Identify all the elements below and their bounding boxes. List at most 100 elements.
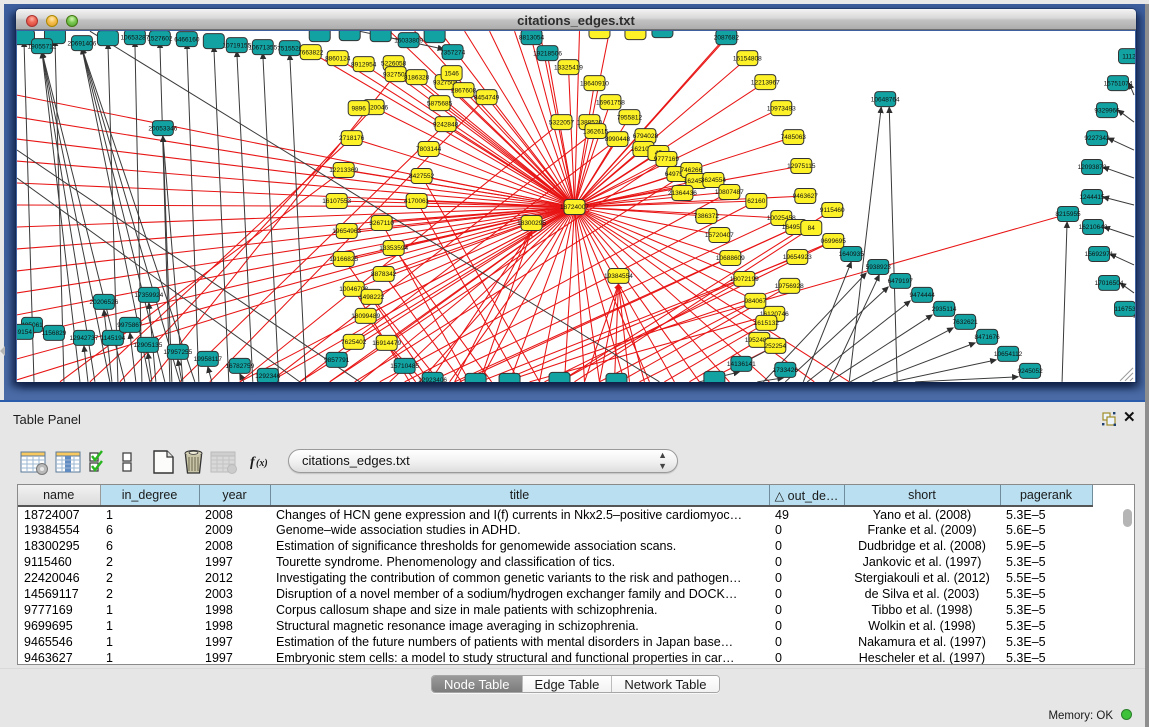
svg-text:252254: 252254 bbox=[765, 343, 787, 350]
svg-text:1615132: 1615132 bbox=[754, 320, 780, 327]
svg-text:17957255: 17957255 bbox=[163, 349, 192, 356]
svg-text:9975867: 9975867 bbox=[117, 322, 143, 329]
svg-text:2867608: 2867608 bbox=[451, 87, 477, 94]
svg-text:1527602: 1527602 bbox=[147, 35, 173, 42]
svg-text:8813054: 8813054 bbox=[519, 34, 545, 41]
svg-text:1112: 1112 bbox=[1122, 53, 1135, 60]
svg-text:116753: 116753 bbox=[1114, 306, 1135, 313]
svg-text:16107553: 16107553 bbox=[322, 198, 351, 205]
svg-text:7625402: 7625402 bbox=[341, 339, 367, 346]
svg-text:7663822: 7663822 bbox=[298, 49, 324, 56]
svg-text:7955812: 7955812 bbox=[617, 114, 643, 121]
svg-text:9242848: 9242848 bbox=[433, 121, 459, 128]
svg-text:12213369: 12213369 bbox=[329, 167, 358, 174]
svg-text:19654923: 19654923 bbox=[783, 254, 812, 261]
svg-text:984067: 984067 bbox=[745, 298, 767, 305]
svg-text:20206526: 20206526 bbox=[89, 299, 118, 306]
svg-text:12093872: 12093872 bbox=[1078, 164, 1107, 171]
svg-text:15720407: 15720407 bbox=[705, 232, 734, 239]
svg-text:21364436: 21364436 bbox=[668, 190, 697, 197]
svg-text:16782759: 16782759 bbox=[225, 363, 254, 370]
svg-text:8454749: 8454749 bbox=[474, 94, 500, 101]
svg-text:1546: 1546 bbox=[444, 70, 459, 77]
svg-text:6466160: 6466160 bbox=[174, 36, 200, 43]
svg-text:7485063: 7485063 bbox=[781, 134, 807, 141]
svg-text:1156829: 1156829 bbox=[42, 330, 67, 337]
svg-text:9245052: 9245052 bbox=[1017, 368, 1043, 375]
svg-text:2718176: 2718176 bbox=[339, 135, 365, 142]
svg-text:5938923: 5938923 bbox=[866, 264, 892, 271]
svg-text:16033809: 16033809 bbox=[394, 37, 423, 44]
svg-text:15710485: 15710485 bbox=[390, 363, 419, 370]
svg-text:8878342: 8878342 bbox=[371, 271, 397, 278]
svg-text:9857791: 9857791 bbox=[324, 357, 350, 364]
svg-text:20053346: 20053346 bbox=[148, 125, 177, 132]
svg-text:14136141: 14136141 bbox=[727, 361, 756, 368]
svg-text:10807487: 10807487 bbox=[715, 189, 744, 196]
svg-text:39154: 39154 bbox=[17, 329, 32, 336]
svg-text:19218506: 19218506 bbox=[533, 50, 562, 57]
svg-text:18099489: 18099489 bbox=[351, 313, 380, 320]
svg-text:8186328: 8186328 bbox=[404, 74, 430, 81]
svg-text:12923406: 12923406 bbox=[418, 377, 447, 382]
svg-text:13325419: 13325419 bbox=[554, 64, 583, 71]
svg-text:10653287: 10653287 bbox=[120, 34, 149, 41]
svg-text:(x): (x) bbox=[256, 458, 268, 469]
svg-text:8471676: 8471676 bbox=[975, 334, 1001, 341]
svg-text:6794028: 6794028 bbox=[633, 133, 659, 140]
svg-text:9227342: 9227342 bbox=[1084, 135, 1110, 142]
svg-text:8860124: 8860124 bbox=[325, 55, 351, 62]
svg-text:10671355: 10671355 bbox=[248, 44, 277, 51]
svg-text:84: 84 bbox=[808, 225, 816, 232]
svg-text:1244415: 1244415 bbox=[1079, 194, 1105, 201]
svg-text:3624554: 3624554 bbox=[701, 177, 727, 184]
svg-text:17016504: 17016504 bbox=[1095, 280, 1124, 287]
svg-text:8215955: 8215955 bbox=[1055, 211, 1081, 218]
svg-text:15751074: 15751074 bbox=[1104, 80, 1133, 87]
svg-text:18072199: 18072199 bbox=[730, 276, 759, 283]
svg-text:20691406: 20691406 bbox=[68, 40, 97, 47]
svg-text:12975115: 12975115 bbox=[787, 163, 816, 170]
svg-text:9896: 9896 bbox=[351, 105, 366, 112]
svg-text:8912954: 8912954 bbox=[351, 61, 377, 68]
svg-text:18724007: 18724007 bbox=[560, 204, 589, 211]
svg-text:19958117: 19958117 bbox=[194, 356, 223, 363]
svg-text:7386372: 7386372 bbox=[694, 213, 720, 220]
svg-text:1145194: 1145194 bbox=[101, 335, 126, 342]
svg-text:9329966: 9329966 bbox=[1094, 107, 1120, 114]
svg-text:16961758: 16961758 bbox=[596, 99, 625, 106]
svg-text:62160: 62160 bbox=[747, 198, 765, 205]
svg-text:19384554: 19384554 bbox=[604, 273, 633, 280]
svg-text:18640910: 18640910 bbox=[580, 80, 609, 87]
svg-text:1733426: 1733426 bbox=[773, 367, 799, 374]
svg-text:10688609: 10688609 bbox=[716, 255, 745, 262]
svg-text:1498222: 1498222 bbox=[359, 294, 385, 301]
svg-text:4170061: 4170061 bbox=[404, 198, 430, 205]
svg-text:5875685: 5875685 bbox=[427, 100, 453, 107]
svg-text:15692971: 15692971 bbox=[1085, 251, 1114, 258]
svg-text:16914479: 16914479 bbox=[372, 340, 401, 347]
svg-text:9474444: 9474444 bbox=[910, 292, 936, 299]
svg-text:19654963: 19654963 bbox=[332, 228, 361, 235]
svg-text:2935114: 2935114 bbox=[932, 306, 957, 313]
svg-text:1640935: 1640935 bbox=[839, 251, 865, 258]
svg-text:8990448: 8990448 bbox=[605, 136, 631, 143]
svg-text:7803144: 7803144 bbox=[416, 146, 442, 153]
svg-text:1292346: 1292346 bbox=[255, 373, 281, 380]
svg-text:5322057: 5322057 bbox=[549, 119, 575, 126]
svg-text:8427552: 8427552 bbox=[409, 173, 435, 180]
svg-text:13353594: 13353594 bbox=[379, 245, 408, 252]
svg-text:17359924: 17359924 bbox=[134, 292, 163, 299]
svg-text:6479197: 6479197 bbox=[888, 278, 914, 285]
svg-text:9777169: 9777169 bbox=[654, 156, 680, 163]
svg-text:10719155: 10719155 bbox=[222, 42, 251, 49]
svg-text:7632621: 7632621 bbox=[953, 319, 979, 326]
svg-text:10654112: 10654112 bbox=[994, 351, 1023, 358]
svg-text:16154808: 16154808 bbox=[733, 55, 762, 62]
svg-text:18300295: 18300295 bbox=[517, 220, 546, 227]
svg-text:10973493: 10973493 bbox=[767, 105, 796, 112]
svg-text:12905135: 12905135 bbox=[133, 342, 162, 349]
svg-text:1362615: 1362615 bbox=[583, 128, 609, 135]
svg-text:3267110: 3267110 bbox=[369, 220, 394, 227]
svg-text:19166825: 19166825 bbox=[329, 256, 358, 263]
